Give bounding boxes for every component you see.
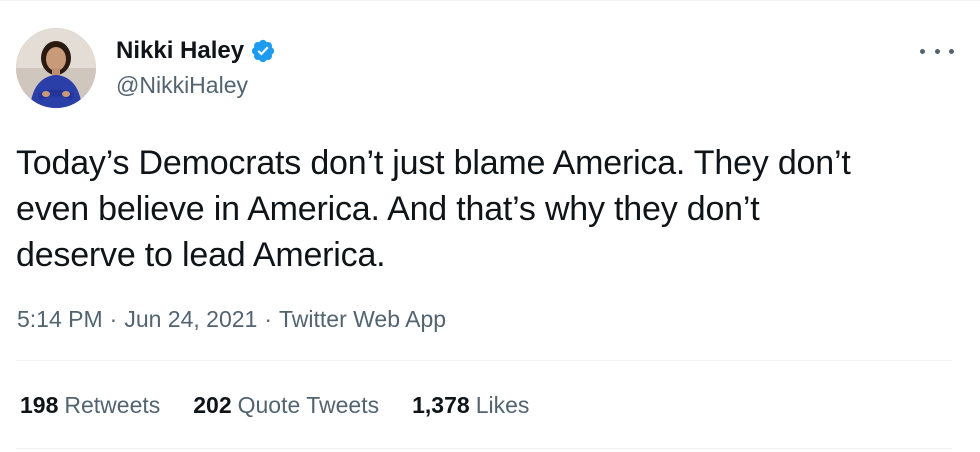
more-options-icon[interactable] — [920, 36, 954, 66]
display-name[interactable]: Nikki Haley — [116, 36, 244, 66]
more-dot — [949, 48, 954, 54]
user-handle[interactable]: @NikkiHaley — [116, 70, 276, 100]
meta-separator: · — [109, 306, 118, 332]
quote-tweets-count: 202 — [193, 392, 232, 418]
user-info: Nikki Haley @NikkiHaley — [116, 36, 276, 100]
retweets-stat[interactable]: 198 Retweets — [20, 390, 160, 420]
likes-stat[interactable]: 1,378 Likes — [412, 390, 529, 420]
quote-tweets-label: Quote Tweets — [237, 392, 380, 418]
meta-separator: · — [264, 306, 273, 332]
name-row: Nikki Haley — [116, 36, 276, 66]
quote-tweets-stat[interactable]: 202 Quote Tweets — [193, 390, 379, 420]
more-dot — [934, 48, 940, 54]
verified-badge-icon — [250, 38, 276, 64]
likes-count: 1,378 — [412, 392, 470, 418]
likes-label: Likes — [475, 392, 530, 418]
engagement-stats: 198 Retweets 202 Quote Tweets 1,378 Like… — [20, 390, 562, 420]
retweets-label: Retweets — [64, 392, 161, 418]
tweet-card: Nikki Haley @NikkiHaley Today’s Democrat… — [0, 0, 980, 452]
avatar[interactable] — [16, 28, 96, 108]
tweet-meta: 5:14 PM · Jun 24, 2021 · Twitter Web App — [17, 304, 446, 334]
meta-divider — [16, 360, 952, 361]
tweet-time[interactable]: 5:14 PM — [17, 304, 103, 334]
more-dot — [920, 48, 925, 54]
tweet-source[interactable]: Twitter Web App — [279, 304, 446, 334]
tweet-date[interactable]: Jun 24, 2021 — [124, 304, 257, 334]
stats-divider — [16, 448, 952, 449]
retweets-count: 198 — [20, 392, 59, 418]
top-divider — [0, 0, 980, 1]
tweet-text: Today’s Democrats don’t just blame Ameri… — [16, 144, 851, 274]
